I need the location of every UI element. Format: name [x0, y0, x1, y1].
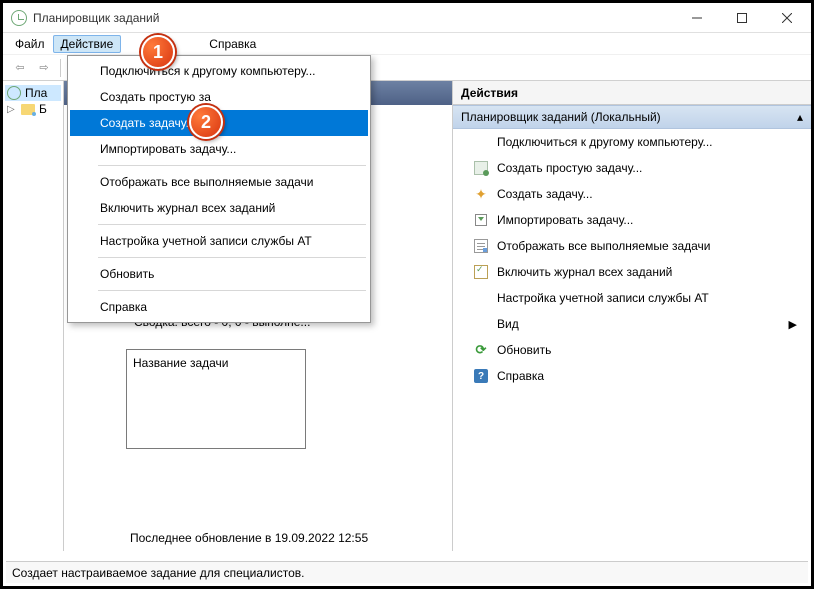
menu-at-settings[interactable]: Настройка учетной записи службы AT	[70, 228, 368, 254]
action-label: Подключиться к другому компьютеру...	[497, 135, 713, 149]
blank-icon	[473, 316, 489, 332]
tree-root-label: Пла	[25, 86, 47, 100]
collapse-icon: ▴	[797, 110, 803, 124]
scheduler-icon	[7, 86, 21, 100]
menu-enable-log[interactable]: Включить журнал всех заданий	[70, 195, 368, 221]
menu-connect[interactable]: Подключиться к другому компьютеру...	[70, 58, 368, 84]
list-icon	[473, 238, 489, 254]
tree-library[interactable]: ▷ Б	[5, 101, 61, 117]
titlebar: Планировщик заданий	[3, 3, 811, 33]
menu-refresh[interactable]: Обновить	[70, 261, 368, 287]
menubar: Файл Действие Справка	[3, 33, 811, 55]
blank-icon	[473, 290, 489, 306]
actions-group-header[interactable]: Планировщик заданий (Локальный) ▴	[453, 105, 811, 129]
task-name-header: Название задачи	[133, 356, 229, 370]
statusbar: Создает настраиваемое задание для специа…	[6, 561, 808, 583]
forward-button[interactable]: ⇨	[33, 57, 55, 79]
separator	[98, 257, 366, 258]
action-view[interactable]: Вид ▶	[453, 311, 811, 337]
menu-action[interactable]: Действие	[53, 35, 122, 53]
action-label: Включить журнал всех заданий	[497, 265, 672, 279]
close-button[interactable]	[764, 4, 809, 32]
menu-show-running[interactable]: Отображать все выполняемые задачи	[70, 169, 368, 195]
import-icon	[473, 212, 489, 228]
action-label: Настройка учетной записи службы AT	[497, 291, 709, 305]
action-label: Создать простую задачу...	[497, 161, 642, 175]
enable-icon	[473, 264, 489, 280]
separator	[98, 165, 366, 166]
callout-badge-1: 1	[141, 35, 175, 69]
separator	[98, 224, 366, 225]
blank-icon	[473, 134, 489, 150]
create-simple-icon	[473, 160, 489, 176]
action-label: Обновить	[497, 343, 551, 357]
action-at-settings[interactable]: Настройка учетной записи службы AT	[453, 285, 811, 311]
action-label: Вид	[497, 317, 519, 331]
tree-root[interactable]: Пла	[5, 85, 61, 101]
tree-library-label: Б	[39, 102, 47, 116]
action-label: Отображать все выполняемые задачи	[497, 239, 711, 253]
window-title: Планировщик заданий	[33, 11, 159, 25]
menu-file[interactable]: Файл	[7, 35, 53, 53]
action-connect[interactable]: Подключиться к другому компьютеру...	[453, 129, 811, 155]
actions-pane: Действия Планировщик заданий (Локальный)…	[453, 81, 811, 551]
action-label: Импортировать задачу...	[497, 213, 633, 227]
back-button[interactable]: ⇦	[9, 57, 31, 79]
action-enable-log[interactable]: Включить журнал всех заданий	[453, 259, 811, 285]
help-icon: ?	[473, 368, 489, 384]
app-icon	[11, 10, 27, 26]
actions-title: Действия	[453, 81, 811, 105]
maximize-button[interactable]	[719, 4, 764, 32]
status-text: Создает настраиваемое задание для специа…	[12, 566, 305, 580]
action-help[interactable]: ? Справка	[453, 363, 811, 389]
action-import[interactable]: Импортировать задачу...	[453, 207, 811, 233]
action-label: Справка	[497, 369, 544, 383]
menu-help[interactable]: Справка	[70, 294, 368, 320]
minimize-button[interactable]	[674, 4, 719, 32]
menu-help[interactable]: Справка	[201, 35, 264, 53]
star-icon: ✦	[473, 186, 489, 202]
last-update-text: Последнее обновление в 19.09.2022 12:55	[130, 531, 368, 545]
action-menu-dropdown: Подключиться к другому компьютеру... Соз…	[67, 55, 371, 323]
action-show-running[interactable]: Отображать все выполняемые задачи	[453, 233, 811, 259]
expand-icon[interactable]: ▷	[7, 104, 17, 115]
menu-create-simple[interactable]: Создать простую за	[70, 84, 368, 110]
actions-group-label: Планировщик заданий (Локальный)	[461, 110, 661, 124]
callout-badge-2: 2	[189, 105, 223, 139]
tree-pane: Пла ▷ Б	[3, 81, 64, 551]
task-preview: Название задачи	[126, 349, 306, 449]
action-refresh[interactable]: ⟳ Обновить	[453, 337, 811, 363]
separator	[98, 290, 366, 291]
folder-icon	[21, 104, 35, 115]
window-controls	[674, 4, 809, 32]
action-create-simple[interactable]: Создать простую задачу...	[453, 155, 811, 181]
separator	[60, 59, 61, 77]
refresh-icon: ⟳	[473, 342, 489, 358]
action-create-task[interactable]: ✦ Создать задачу...	[453, 181, 811, 207]
chevron-right-icon: ▶	[789, 318, 797, 331]
menu-import[interactable]: Импортировать задачу...	[70, 136, 368, 162]
action-label: Создать задачу...	[497, 187, 593, 201]
